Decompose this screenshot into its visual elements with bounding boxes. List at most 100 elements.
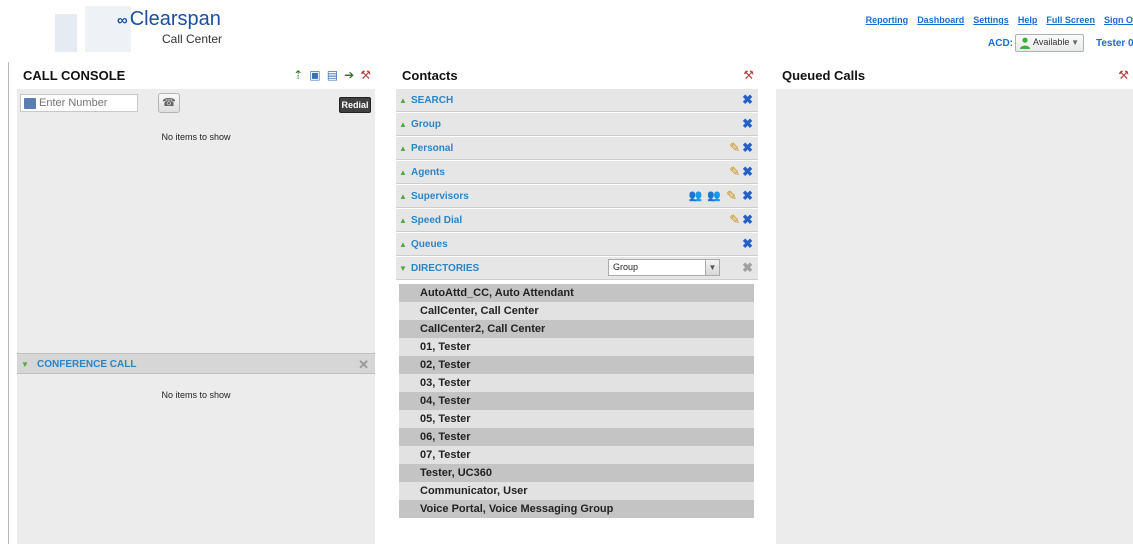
brand-name: Clearspan bbox=[129, 8, 221, 30]
transfer-icon[interactable]: ➔ bbox=[344, 68, 354, 82]
call-console-panel: CALL CONSOLE ⇡ ▣ ▤ ➔ ⚒ ☎ Redial No items… bbox=[17, 62, 375, 544]
product-name: Call Center bbox=[162, 32, 223, 46]
pencil-icon[interactable]: ✎ bbox=[729, 140, 740, 156]
queued-calls-tools: ⚒ bbox=[1115, 68, 1129, 82]
pencil-icon[interactable]: ✎ bbox=[726, 188, 737, 204]
add-people-icon[interactable]: 👥 bbox=[689, 188, 703, 204]
chevron-down-icon: ▼ bbox=[1071, 38, 1079, 47]
list-item[interactable]: CallCenter2, Call Center bbox=[399, 320, 754, 338]
contact-card-icon bbox=[24, 98, 36, 109]
clearspan-logo: ∞ Clearspan Call Center bbox=[55, 6, 235, 52]
contacts-section-personal[interactable]: ▲ Personal ✎ ✖ bbox=[396, 137, 758, 160]
list-item[interactable]: 01, Tester bbox=[399, 338, 754, 356]
close-icon[interactable]: ✖ bbox=[742, 92, 753, 108]
enter-number-field[interactable] bbox=[20, 94, 138, 112]
dial-button[interactable]: ☎ bbox=[158, 93, 180, 113]
call-console-body: ☎ Redial No items to show ▼ CONFERENCE C… bbox=[17, 89, 375, 544]
expand-triangle-icon: ▲ bbox=[399, 144, 407, 153]
list-item[interactable]: 02, Tester bbox=[399, 356, 754, 374]
contacts-body: ▲ SEARCH ✖ ▲ Group ✖ ▲ Personal ✎ ✖ ▲ Age… bbox=[396, 89, 758, 544]
list-item[interactable]: AutoAttd_CC, Auto Attendant bbox=[399, 284, 754, 302]
contacts-section-speed-dial[interactable]: ▲ Speed Dial ✎ ✖ bbox=[396, 209, 758, 232]
list-item[interactable]: 04, Tester bbox=[399, 392, 754, 410]
dashboard-link[interactable]: Dashboard bbox=[917, 15, 964, 25]
tools-icon[interactable]: ⚒ bbox=[1118, 68, 1129, 82]
contacts-section-group[interactable]: ▲ Group ✖ bbox=[396, 113, 758, 136]
section-label: Speed Dial bbox=[411, 215, 463, 226]
full-screen-link[interactable]: Full Screen bbox=[1046, 15, 1095, 25]
dial-pad-icon[interactable]: ▣ bbox=[309, 68, 320, 82]
list-item[interactable]: Voice Portal, Voice Messaging Group bbox=[399, 500, 754, 518]
left-border bbox=[8, 62, 9, 544]
sign-out-link[interactable]: Sign O bbox=[1104, 15, 1133, 25]
section-label: DIRECTORIES bbox=[411, 263, 480, 274]
close-icon[interactable]: ✖ bbox=[742, 116, 753, 132]
infinity-icon: ∞ bbox=[117, 12, 128, 29]
pencil-icon[interactable]: ✎ bbox=[729, 212, 740, 228]
directory-select[interactable]: Group ▼ bbox=[608, 259, 720, 276]
call-up-icon[interactable]: ⇡ bbox=[293, 68, 303, 82]
expand-triangle-icon: ▲ bbox=[399, 120, 407, 129]
header: ∞ Clearspan Call Center Reporting Dashboa… bbox=[0, 0, 1133, 62]
list-item[interactable]: 06, Tester bbox=[399, 428, 754, 446]
directory-icon[interactable]: ▤ bbox=[327, 68, 338, 82]
contacts-section-queues[interactable]: ▲ Queues ✖ bbox=[396, 233, 758, 256]
contacts-section-agents[interactable]: ▲ Agents ✎ ✖ bbox=[396, 161, 758, 184]
acd-label: ACD: bbox=[988, 38, 1013, 49]
close-icon[interactable]: ✕ bbox=[358, 357, 369, 373]
directory-list: AutoAttd_CC, Auto Attendant CallCenter, … bbox=[399, 284, 754, 544]
close-icon[interactable]: ✖ bbox=[742, 140, 753, 156]
top-links: Reporting Dashboard Settings Help Full S… bbox=[860, 14, 1133, 26]
contacts-title: Contacts bbox=[402, 68, 458, 83]
expand-triangle-icon: ▲ bbox=[399, 240, 407, 249]
chevron-down-icon: ▼ bbox=[705, 260, 719, 275]
conference-call-header[interactable]: ▼ CONFERENCE CALL ✕ bbox=[17, 353, 375, 374]
queued-calls-title: Queued Calls bbox=[782, 68, 866, 83]
acd-status-value: Available bbox=[1033, 37, 1070, 47]
reporting-link[interactable]: Reporting bbox=[866, 15, 909, 25]
expand-triangle-icon: ▲ bbox=[399, 168, 407, 177]
contacts-panel: Contacts ⚒ ▲ SEARCH ✖ ▲ Group ✖ ▲ Person… bbox=[396, 62, 758, 544]
phone-icon: ☎ bbox=[162, 97, 176, 109]
close-icon[interactable]: ✖ bbox=[742, 260, 753, 276]
call-list-empty-text: No items to show bbox=[161, 132, 231, 142]
section-label: Supervisors bbox=[411, 191, 469, 202]
collapse-triangle-icon: ▼ bbox=[21, 360, 29, 369]
section-label: SEARCH bbox=[411, 95, 454, 106]
redial-button[interactable]: Redial bbox=[339, 97, 371, 113]
available-person-icon bbox=[1020, 37, 1030, 49]
tools-icon[interactable]: ⚒ bbox=[743, 68, 754, 82]
conference-call-title: CONFERENCE CALL bbox=[37, 359, 137, 370]
settings-link[interactable]: Settings bbox=[973, 15, 1009, 25]
tools-icon[interactable]: ⚒ bbox=[360, 68, 371, 82]
directory-select-value: Group bbox=[613, 262, 639, 272]
close-icon[interactable]: ✖ bbox=[742, 188, 753, 204]
list-item[interactable]: Communicator, User bbox=[399, 482, 754, 500]
acd-status-select[interactable]: Available ▼ bbox=[1015, 34, 1084, 52]
pencil-icon[interactable]: ✎ bbox=[729, 164, 740, 180]
collapse-triangle-icon: ▼ bbox=[399, 264, 407, 273]
contacts-section-supervisors[interactable]: ▲ Supervisors 👥 👥 ✎ ✖ bbox=[396, 185, 758, 208]
section-label: Personal bbox=[411, 143, 454, 154]
queued-calls-body bbox=[776, 89, 1133, 544]
list-item[interactable]: 05, Tester bbox=[399, 410, 754, 428]
enter-number-input[interactable] bbox=[39, 96, 135, 110]
call-console-tools: ⇡ ▣ ▤ ➔ ⚒ bbox=[290, 68, 371, 82]
close-icon[interactable]: ✖ bbox=[742, 236, 753, 252]
contacts-section-directories[interactable]: ▼ DIRECTORIES Group ▼ ✖ bbox=[396, 257, 758, 280]
user-name[interactable]: Tester 0 bbox=[1096, 38, 1133, 49]
contacts-tools: ⚒ bbox=[740, 68, 754, 82]
close-icon[interactable]: ✖ bbox=[742, 212, 753, 228]
expand-triangle-icon: ▲ bbox=[399, 216, 407, 225]
list-item[interactable]: 07, Tester bbox=[399, 446, 754, 464]
close-icon[interactable]: ✖ bbox=[742, 164, 753, 180]
list-item[interactable]: Tester, UC360 bbox=[399, 464, 754, 482]
conference-empty-text: No items to show bbox=[161, 390, 231, 400]
contacts-section-search[interactable]: ▲ SEARCH ✖ bbox=[396, 89, 758, 112]
section-label: Group bbox=[411, 119, 441, 130]
section-label: Agents bbox=[411, 167, 445, 178]
list-item[interactable]: CallCenter, Call Center bbox=[399, 302, 754, 320]
help-link[interactable]: Help bbox=[1018, 15, 1038, 25]
group-people-icon[interactable]: 👥 bbox=[707, 188, 721, 204]
list-item[interactable]: 03, Tester bbox=[399, 374, 754, 392]
